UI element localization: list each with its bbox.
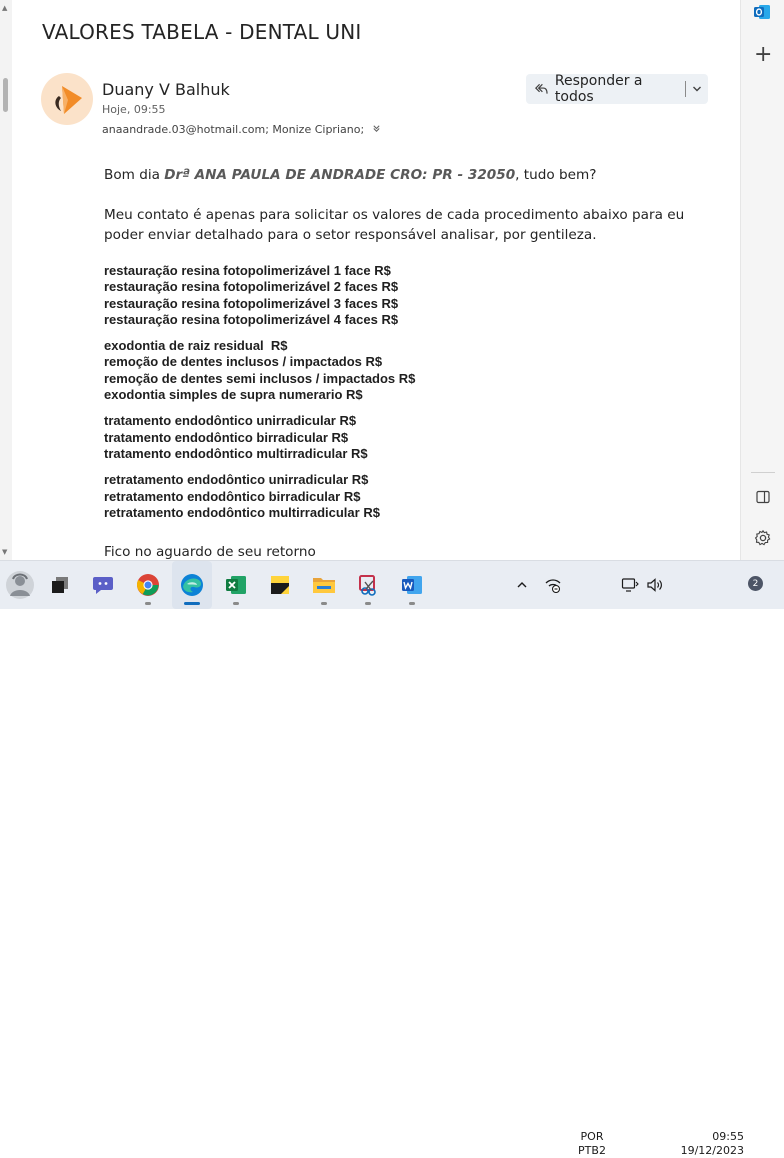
file-explorer-icon[interactable] <box>306 561 342 609</box>
taskbar: POR PTB2 09:55 19/12/2023 <box>0 560 784 1157</box>
reading-pane: VALORES TABELA - DENTAL UNI Duany V Balh… <box>12 0 740 560</box>
procedure-group-restauracao: restauração resina fotopolimerizável 1 f… <box>104 263 704 328</box>
procedure-line: tratamento endodôntico birradicular R$ <box>104 429 349 445</box>
closing-line: Fico no aguardo de seu retorno <box>104 544 316 560</box>
excel-icon[interactable] <box>218 561 254 609</box>
reply-all-button[interactable]: Responder a todos <box>526 73 685 105</box>
running-indicator <box>321 602 327 605</box>
scroll-up-arrow-icon[interactable]: ▲ <box>2 4 7 12</box>
procedure-line: tratamento endodôntico multirradicular R… <box>104 445 368 461</box>
start-user-icon[interactable] <box>0 561 40 609</box>
side-strip-divider <box>751 472 775 473</box>
chevron-down-icon <box>692 86 701 92</box>
intro-paragraph: Meu contato é apenas para solicitar os v… <box>104 207 685 243</box>
procedure-group-exodontia: exodontia de raiz residual R$ remoção de… <box>104 338 704 403</box>
side-panel-icon[interactable] <box>756 490 770 504</box>
reply-all-split-button[interactable]: Responder a todos <box>526 73 708 105</box>
procedure-line: retratamento endodôntico birradicular R$ <box>104 488 361 504</box>
scroll-down-arrow-icon[interactable]: ▼ <box>2 548 7 556</box>
email-subject: VALORES TABELA - DENTAL UNI <box>42 20 362 44</box>
reply-options-dropdown[interactable] <box>686 74 708 104</box>
reply-all-label: Responder a todos <box>554 73 643 105</box>
procedure-line: tratamento endodôntico unirradicular R$ <box>104 413 357 429</box>
clock[interactable]: 09:55 19/12/2023 <box>674 1130 744 1158</box>
notification-badge[interactable]: 2 <box>748 576 763 591</box>
running-indicator <box>233 602 239 605</box>
greeting-highlight: Drª ANA PAULA DE ANDRADE CRO: PR - 32050 <box>164 167 516 183</box>
clock-time: 09:55 <box>712 1130 744 1143</box>
running-indicator <box>365 602 371 605</box>
recipients-list[interactable]: anaandrade.03@hotmail.com; Monize Cipria… <box>102 123 364 136</box>
chrome-icon[interactable] <box>130 561 166 609</box>
reply-all-icon <box>535 83 548 94</box>
procedure-group-tratamento: tratamento endodôntico unirradicular R$ … <box>104 413 704 462</box>
network-icon[interactable] <box>542 561 564 609</box>
procedure-line: retratamento endodôntico multirradicular… <box>104 504 380 520</box>
procedure-line: exodontia de raiz residual R$ <box>104 338 288 354</box>
snipping-tool-icon[interactable] <box>350 561 386 609</box>
procedure-line: restauração resina fotopolimerizável 4 f… <box>104 311 399 327</box>
procedure-group-retratamento: retratamento endodôntico unirradicular R… <box>104 472 704 521</box>
clock-date: 19/12/2023 <box>680 1144 744 1157</box>
procedure-line: restauração resina fotopolimerizável 2 f… <box>104 279 399 295</box>
sender-name[interactable]: Duany V Balhuk <box>102 80 230 99</box>
left-scrollbar[interactable]: ▲ ▼ <box>0 0 12 560</box>
procedure-line: remoção de dentes semi inclusos / impact… <box>104 370 416 386</box>
sender-avatar-logo-icon <box>55 86 82 114</box>
app-side-strip: + <box>740 0 784 560</box>
procedure-line: restauração resina fotopolimerizável 1 f… <box>104 263 391 278</box>
task-view-icon[interactable] <box>44 561 76 609</box>
recipients-line[interactable]: anaandrade.03@hotmail.com; Monize Cipria… <box>102 123 381 136</box>
sent-time: Hoje, 09:55 <box>102 103 166 116</box>
greeting-line: Bom dia Drª ANA PAULA DE ANDRADE CRO: PR… <box>104 165 704 185</box>
greeting-suffix: , tudo bem? <box>515 167 597 183</box>
greeting-prefix: Bom dia <box>104 167 165 183</box>
plus-icon[interactable]: + <box>754 44 772 66</box>
procedure-line: retratamento endodôntico unirradicular R… <box>104 472 369 488</box>
language-code: POR <box>580 1130 604 1143</box>
running-indicator <box>145 602 151 605</box>
active-indicator <box>184 602 200 605</box>
left-scrollbar-thumb[interactable] <box>3 78 8 112</box>
procedure-line: restauração resina fotopolimerizável 3 f… <box>104 295 399 311</box>
input-language[interactable]: POR PTB2 <box>572 1130 612 1158</box>
chevron-up-icon[interactable] <box>512 561 532 609</box>
sticky-notes-icon[interactable] <box>262 561 298 609</box>
volume-icon[interactable] <box>644 561 666 609</box>
display-icon[interactable] <box>618 561 642 609</box>
email-body: Bom dia Drª ANA PAULA DE ANDRADE CRO: PR… <box>104 165 704 531</box>
outlook-icon[interactable] <box>753 3 771 21</box>
sender-avatar[interactable] <box>41 73 93 125</box>
procedure-line: exodontia simples de supra numerario R$ <box>104 387 363 403</box>
teams-icon[interactable] <box>86 561 120 609</box>
running-indicator <box>409 602 415 605</box>
keyboard-layout: PTB2 <box>578 1144 606 1157</box>
edge-icon[interactable] <box>172 561 212 609</box>
procedure-line: remoção de dentes inclusos / impactados … <box>104 354 383 370</box>
gear-icon[interactable] <box>754 529 772 547</box>
double-chevron-down-icon[interactable] <box>372 124 381 136</box>
word-icon[interactable] <box>394 561 430 609</box>
